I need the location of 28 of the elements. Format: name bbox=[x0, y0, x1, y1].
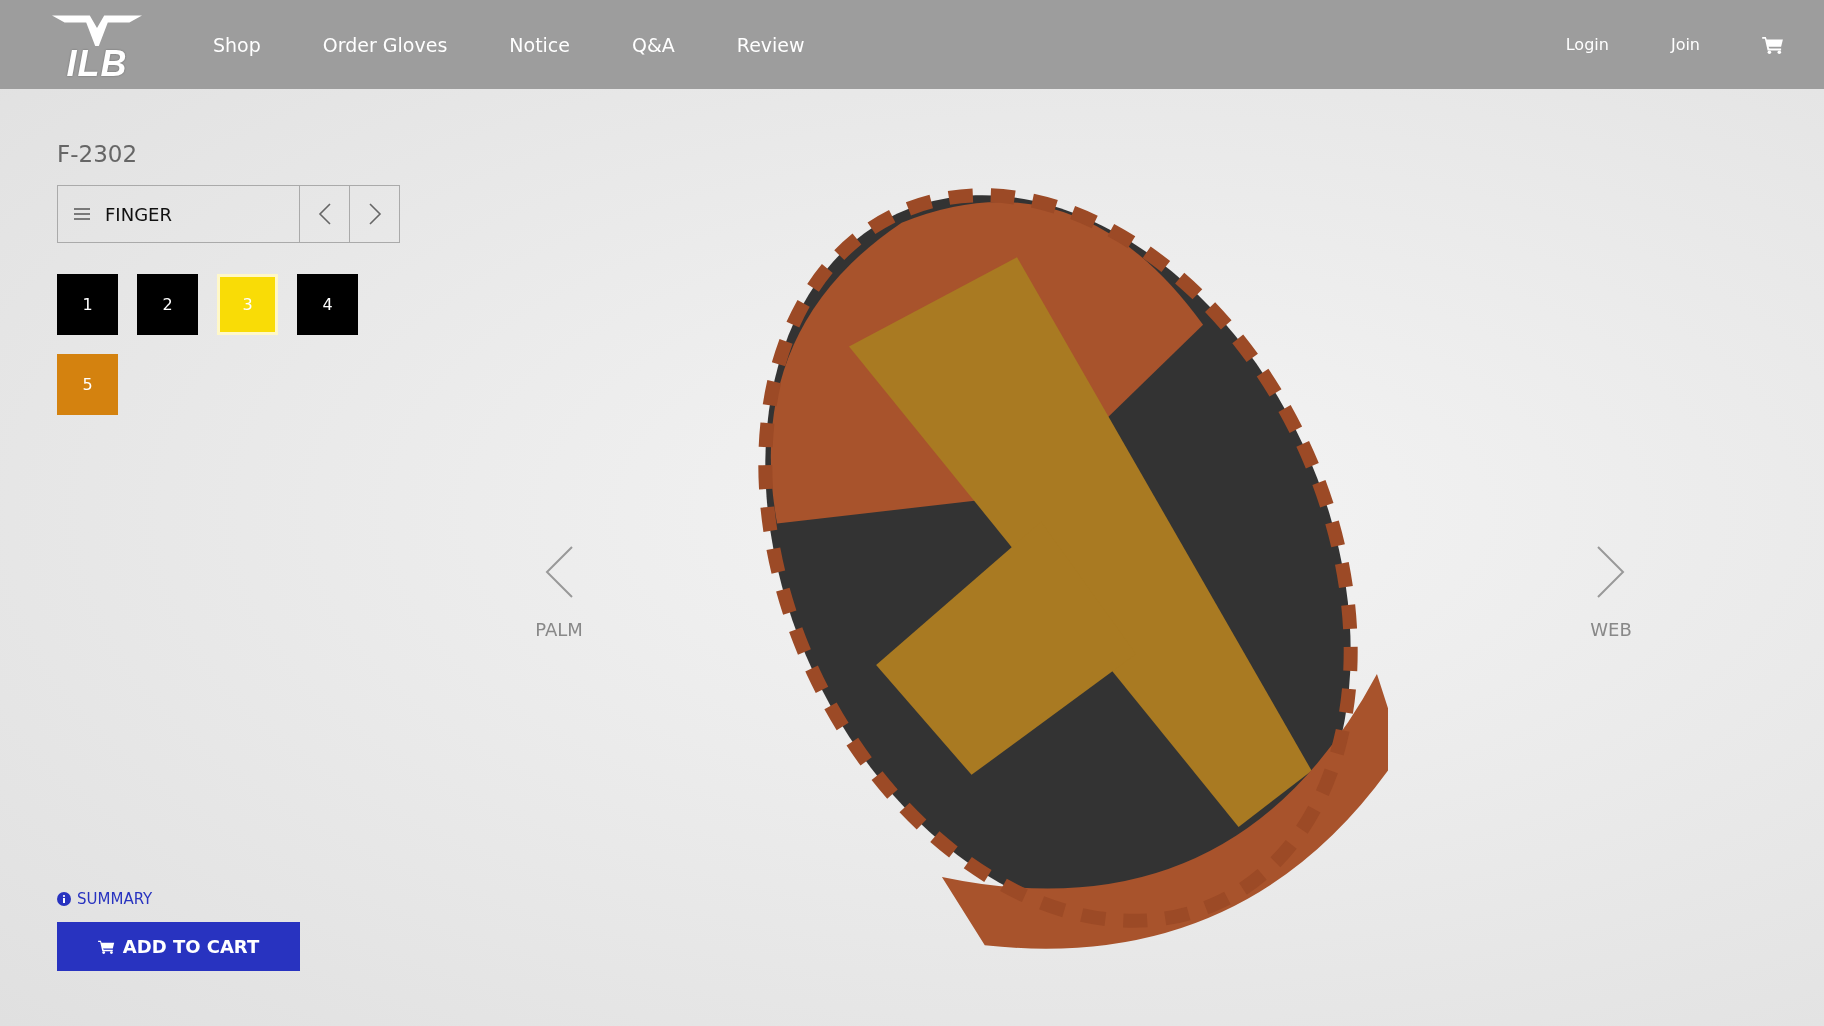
cart-icon bbox=[97, 939, 115, 954]
color-swatch[interactable]: 5 bbox=[57, 354, 118, 415]
account-link[interactable]: Login bbox=[1565, 35, 1609, 54]
nav-link[interactable]: Shop bbox=[213, 33, 261, 56]
logo-text: ILB bbox=[66, 46, 128, 82]
view-label[interactable]: PALM bbox=[535, 619, 583, 640]
part-selector[interactable]: FINGER bbox=[57, 185, 400, 243]
chevron-left-icon[interactable] bbox=[544, 545, 574, 599]
part-label: FINGER bbox=[105, 203, 172, 225]
add-to-cart-button[interactable]: ADD TO CART bbox=[57, 922, 300, 971]
color-swatch[interactable]: 4 bbox=[297, 274, 358, 335]
nav-link[interactable]: Order Gloves bbox=[322, 33, 448, 56]
logo[interactable]: ILB bbox=[47, 10, 147, 82]
nav-link[interactable]: Review bbox=[736, 33, 805, 56]
product-code: F-2302 bbox=[57, 141, 139, 167]
chevron-right-icon bbox=[367, 202, 382, 226]
chevron-right-icon[interactable] bbox=[1596, 545, 1626, 599]
nav-link[interactable]: Notice bbox=[509, 33, 570, 56]
summary-link[interactable]: SUMMARY bbox=[77, 890, 153, 908]
color-swatch[interactable]: 1 bbox=[57, 274, 118, 335]
nav-link[interactable]: Q&A bbox=[632, 33, 675, 56]
view-label[interactable]: WEB bbox=[1590, 619, 1632, 640]
info-icon bbox=[57, 892, 71, 906]
cart-icon[interactable] bbox=[1762, 35, 1784, 54]
color-swatch[interactable]: 2 bbox=[137, 274, 198, 335]
menu-icon bbox=[74, 208, 90, 220]
account-link[interactable]: Join bbox=[1670, 35, 1700, 54]
chevron-left-icon bbox=[317, 202, 332, 226]
